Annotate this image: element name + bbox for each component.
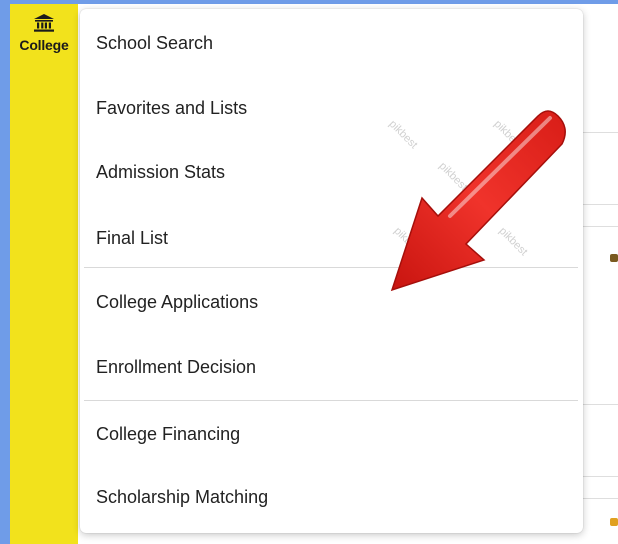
menu-divider <box>84 400 578 401</box>
menu-item-admission-stats[interactable]: Admission Stats <box>96 157 225 187</box>
background-icon <box>610 254 618 262</box>
menu-item-enrollment-decision[interactable]: Enrollment Decision <box>96 352 256 382</box>
background-divider <box>582 404 618 405</box>
background-divider <box>582 476 618 477</box>
sidebar: College <box>10 4 78 544</box>
college-label: College <box>19 37 69 53</box>
menu-item-favorites-and-lists[interactable]: Favorites and Lists <box>96 93 247 123</box>
red-arrow-icon <box>390 110 566 292</box>
menu-item-scholarship-matching[interactable]: Scholarship Matching <box>96 482 268 512</box>
bank-icon <box>34 14 54 32</box>
background-icon <box>610 518 618 526</box>
menu-item-final-list[interactable]: Final List <box>96 223 168 253</box>
menu-item-college-financing[interactable]: College Financing <box>96 419 240 449</box>
menu-item-school-search[interactable]: School Search <box>96 28 213 58</box>
background-divider <box>582 204 618 205</box>
college-nav-button[interactable]: College <box>10 10 78 74</box>
background-divider <box>582 498 618 499</box>
background-divider <box>582 226 618 227</box>
menu-item-college-applications[interactable]: College Applications <box>96 287 258 317</box>
background-divider <box>582 132 618 133</box>
